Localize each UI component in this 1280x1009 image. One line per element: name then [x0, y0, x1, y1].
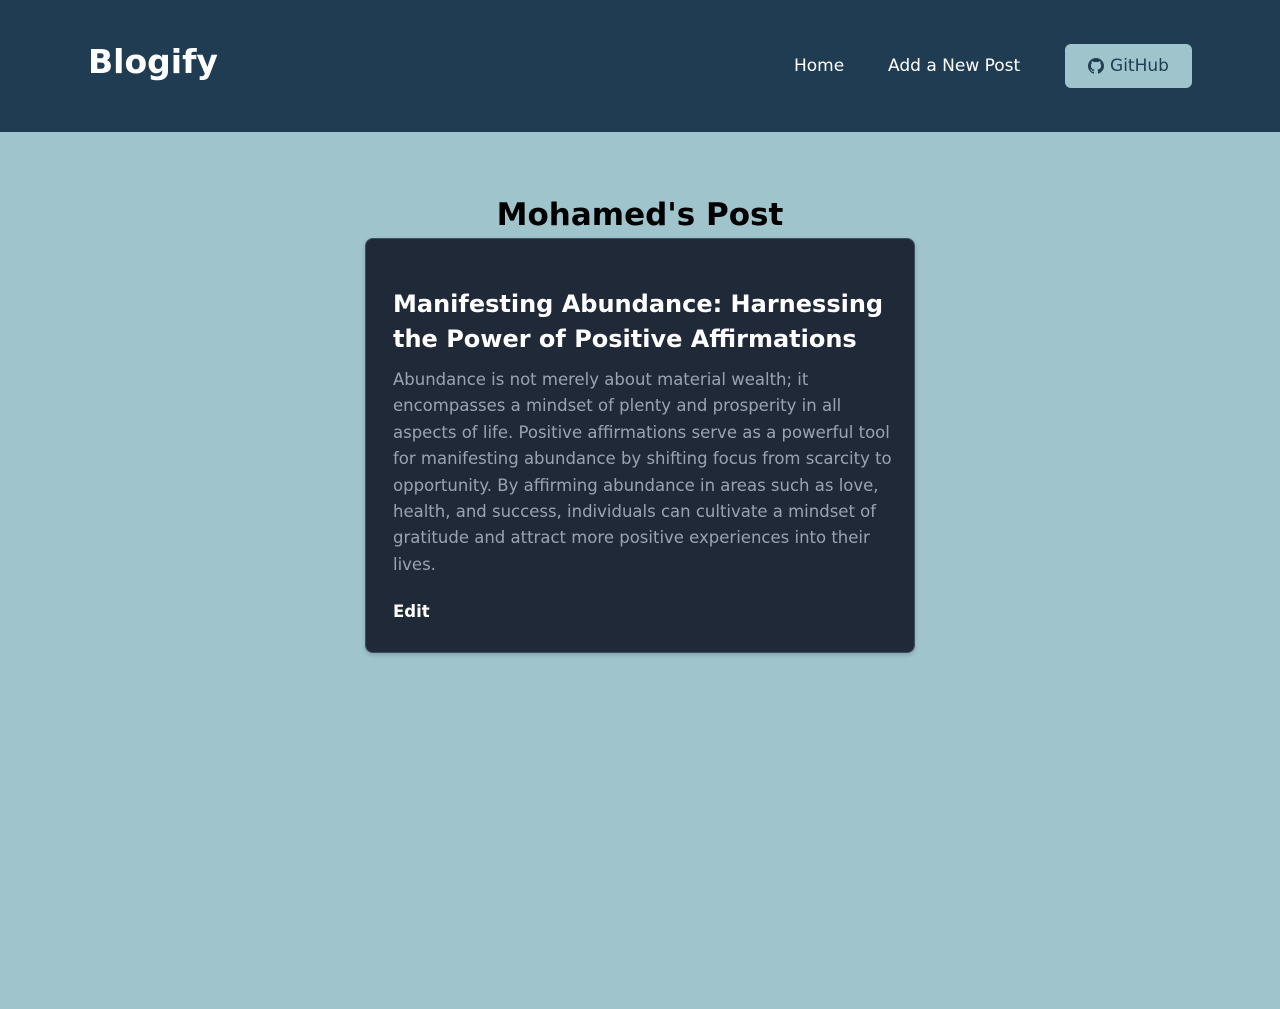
github-icon [1088, 58, 1105, 74]
github-button-label: GitHub [1110, 56, 1169, 76]
post-card: Manifesting Abundance: Harnessing the Po… [365, 238, 915, 653]
brand-logo[interactable]: Blogify [88, 42, 218, 82]
post-title: Manifesting Abundance: Harnessing the Po… [393, 290, 884, 353]
post-body: Abundance is not merely about material w… [393, 370, 892, 574]
nav-home-link[interactable]: Home [794, 55, 844, 77]
edit-link[interactable]: Edit [393, 601, 430, 623]
nav-add-post-link[interactable]: Add a New Post [888, 55, 1020, 77]
page-title: Mohamed's Post [496, 196, 784, 233]
top-navbar: Blogify Home Add a New Post GitHub [0, 0, 1280, 132]
github-button[interactable]: GitHub [1065, 44, 1192, 88]
